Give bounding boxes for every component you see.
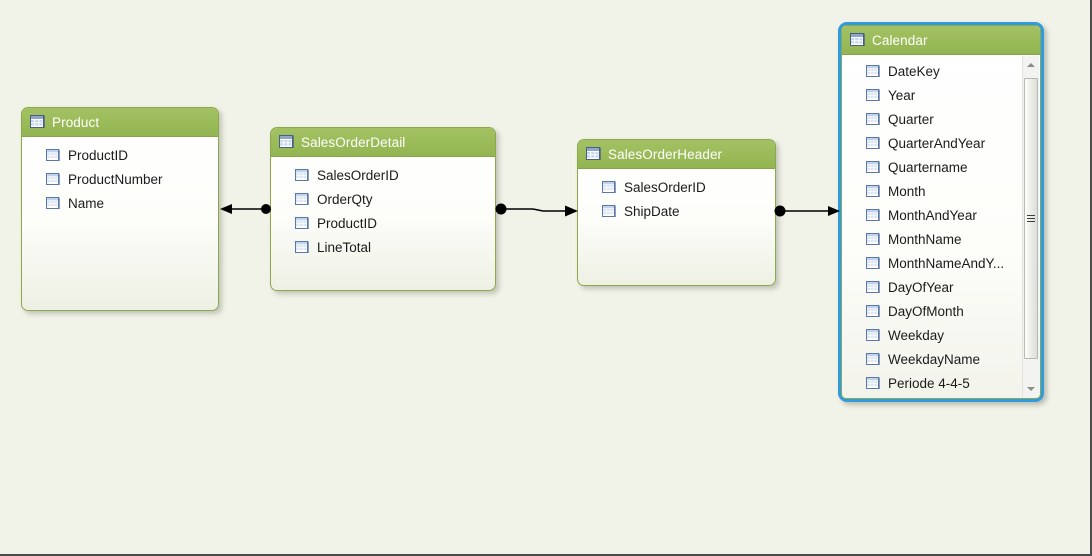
field-row[interactable]: Year [866, 83, 1040, 107]
field-name: MonthNameAndY... [888, 255, 1005, 271]
field-row[interactable]: DayOfMonth [866, 299, 1040, 323]
field-name: WeekdayName [888, 351, 981, 367]
field-grid-icon [46, 172, 60, 186]
calendar-scrollbar[interactable] [1022, 56, 1039, 397]
field-row[interactable]: Quarter [866, 107, 1040, 131]
table-box-product[interactable]: Product ProductID ProductNumber Name [21, 107, 219, 311]
field-grid-icon [866, 232, 880, 246]
field-name: Year [888, 87, 916, 103]
relationship-salesorderdetail-salesorderheader[interactable] [495, 199, 579, 219]
table-title: SalesOrderHeader [608, 146, 723, 162]
field-name: ProductID [68, 147, 129, 163]
field-grid-icon [602, 180, 616, 194]
field-grid-icon [295, 216, 309, 230]
field-row[interactable]: ProductNumber [46, 167, 218, 191]
field-row[interactable]: Weekday [866, 323, 1040, 347]
field-row[interactable]: ProductID [46, 143, 218, 167]
field-row[interactable]: ShipDate [602, 199, 775, 223]
field-row[interactable]: MonthAndYear [866, 203, 1040, 227]
table-box-salesorderdetail[interactable]: SalesOrderDetail SalesOrderID OrderQty P… [270, 127, 496, 291]
field-grid-icon [866, 256, 880, 270]
field-grid-icon [866, 328, 880, 342]
field-grid-icon [866, 208, 880, 222]
table-title: SalesOrderDetail [301, 134, 406, 150]
field-grid-icon [866, 136, 880, 150]
diagram-canvas[interactable]: Product ProductID ProductNumber Name Sal… [0, 0, 1092, 556]
field-grid-icon [866, 352, 880, 366]
field-name: SalesOrderID [624, 179, 706, 195]
field-name: LineTotal [317, 239, 372, 255]
table-header-product[interactable]: Product [22, 108, 218, 137]
field-list-calendar: DateKey Year Quarter QuarterAndYear Quar… [842, 55, 1040, 395]
field-row[interactable]: LineTotal [295, 235, 495, 259]
field-row[interactable]: Quartername [866, 155, 1040, 179]
table-title: Calendar [872, 32, 928, 48]
field-name: OrderQty [317, 191, 373, 207]
field-grid-icon [866, 376, 880, 390]
field-grid-icon [866, 112, 880, 126]
field-name: MonthName [888, 231, 962, 247]
field-grid-icon [866, 304, 880, 318]
table-grid-icon [30, 115, 45, 129]
table-header-calendar[interactable]: Calendar [842, 26, 1040, 55]
table-title: Product [52, 114, 100, 130]
field-name: Quarter [888, 111, 934, 127]
relationship-salesorderheader-calendar[interactable] [774, 201, 841, 221]
field-name: Quartername [888, 159, 968, 175]
scroll-up-arrow-icon[interactable] [1023, 56, 1039, 73]
field-grid-icon [866, 160, 880, 174]
field-name: MonthAndYear [888, 207, 977, 223]
field-row[interactable]: Name [46, 191, 218, 215]
field-grid-icon [602, 204, 616, 218]
field-grid-icon [866, 88, 880, 102]
table-box-salesorderheader[interactable]: SalesOrderHeader SalesOrderID ShipDate [577, 139, 776, 286]
scrollbar-grip-icon [1027, 213, 1035, 224]
field-row[interactable]: OrderQty [295, 187, 495, 211]
field-row[interactable]: Month [866, 179, 1040, 203]
field-name: Periode 4-4-5 [888, 375, 970, 391]
table-box-calendar[interactable]: Calendar DateKey Year Quarter QuarterAnd… [838, 22, 1044, 402]
field-grid-icon [46, 196, 60, 210]
field-name: Name [68, 195, 105, 211]
field-name: SalesOrderID [317, 167, 399, 183]
field-name: ProductID [317, 215, 378, 231]
field-name: ProductNumber [68, 171, 163, 187]
field-grid-icon [866, 184, 880, 198]
field-row[interactable]: MonthNameAndY... [866, 251, 1040, 275]
field-row[interactable]: Periode 4-4-5 [866, 371, 1040, 395]
field-name: DateKey [888, 63, 940, 79]
table-grid-icon [586, 147, 601, 161]
field-name: ShipDate [624, 203, 680, 219]
field-name: Weekday [888, 327, 945, 343]
field-name: DayOfMonth [888, 303, 964, 319]
field-grid-icon [46, 148, 60, 162]
field-grid-icon [295, 168, 309, 182]
field-name: Month [888, 183, 926, 199]
field-list-salesorderdetail: SalesOrderID OrderQty ProductID LineTota… [271, 157, 495, 259]
field-name: QuarterAndYear [888, 135, 986, 151]
relationship-product-salesorderdetail[interactable] [219, 199, 271, 219]
field-row[interactable]: DateKey [866, 59, 1040, 83]
field-grid-icon [295, 240, 309, 254]
field-row[interactable]: QuarterAndYear [866, 131, 1040, 155]
table-grid-icon [279, 135, 294, 149]
field-grid-icon [295, 192, 309, 206]
table-header-salesorderheader[interactable]: SalesOrderHeader [578, 140, 775, 169]
field-grid-icon [866, 64, 880, 78]
field-row[interactable]: MonthName [866, 227, 1040, 251]
scrollbar-thumb[interactable] [1024, 78, 1038, 359]
field-grid-icon [866, 280, 880, 294]
field-row[interactable]: SalesOrderID [295, 163, 495, 187]
field-row[interactable]: DayOfYear [866, 275, 1040, 299]
field-list-salesorderheader: SalesOrderID ShipDate [578, 169, 775, 223]
field-name: DayOfYear [888, 279, 954, 295]
field-row[interactable]: SalesOrderID [602, 175, 775, 199]
field-row[interactable]: ProductID [295, 211, 495, 235]
table-grid-icon [850, 33, 865, 47]
table-header-salesorderdetail[interactable]: SalesOrderDetail [271, 128, 495, 157]
field-list-product: ProductID ProductNumber Name [22, 137, 218, 215]
field-row[interactable]: WeekdayName [866, 347, 1040, 371]
scroll-down-arrow-icon[interactable] [1023, 380, 1039, 397]
